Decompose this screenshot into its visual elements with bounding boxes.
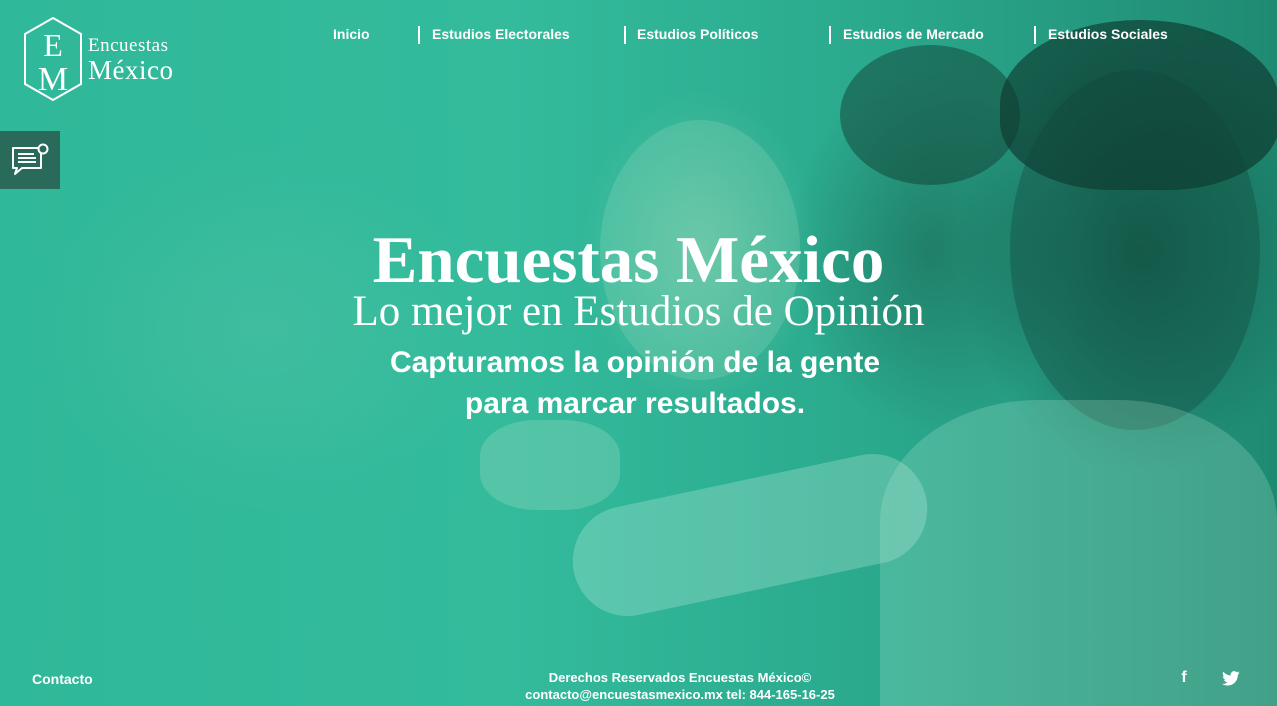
hero-photo-shade <box>480 420 620 510</box>
chat-button[interactable] <box>0 131 60 189</box>
nav-item-estudios-de-mercado[interactable]: Estudios de Mercado <box>843 24 984 44</box>
hero-tagline-line-1: Capturamos la opinión de la gente <box>389 346 881 379</box>
footer-rights: Derechos Reservados Encuestas México© <box>548 670 812 685</box>
twitter-bird-icon <box>1222 670 1240 685</box>
hero-photo-shade <box>880 400 1277 706</box>
hero-tagline-line-2: para marcar resultados. <box>464 387 806 420</box>
nav-separator <box>829 26 831 44</box>
twitter-icon[interactable] <box>1219 668 1243 688</box>
logo-monogram-bottom: M <box>38 61 68 98</box>
nav-separator <box>418 26 420 44</box>
nav-separator <box>1034 26 1036 44</box>
nav-item-inicio[interactable]: Inicio <box>333 24 370 44</box>
nav-item-estudios-politicos[interactable]: Estudios Políticos <box>637 24 758 44</box>
footer-info: Derechos Reservados Encuestas México© co… <box>460 669 900 703</box>
logo-line-2: México <box>88 55 174 85</box>
hero-subtitle: Lo mejor en Estudios de Opinión <box>352 288 925 335</box>
main-nav: Inicio Estudios Electorales Estudios Pol… <box>0 24 1277 46</box>
nav-item-estudios-sociales[interactable]: Estudios Sociales <box>1048 24 1168 44</box>
nav-separator <box>624 26 626 44</box>
footer-contact-link[interactable]: Contacto <box>32 670 93 688</box>
facebook-icon[interactable]: f <box>1176 668 1192 688</box>
chat-message-icon <box>12 143 49 175</box>
footer-contact-info: contacto@encuestasmexico.mx tel: 844-165… <box>525 687 835 702</box>
hero-photo-shade <box>840 45 1020 185</box>
nav-item-estudios-electorales[interactable]: Estudios Electorales <box>432 24 570 44</box>
